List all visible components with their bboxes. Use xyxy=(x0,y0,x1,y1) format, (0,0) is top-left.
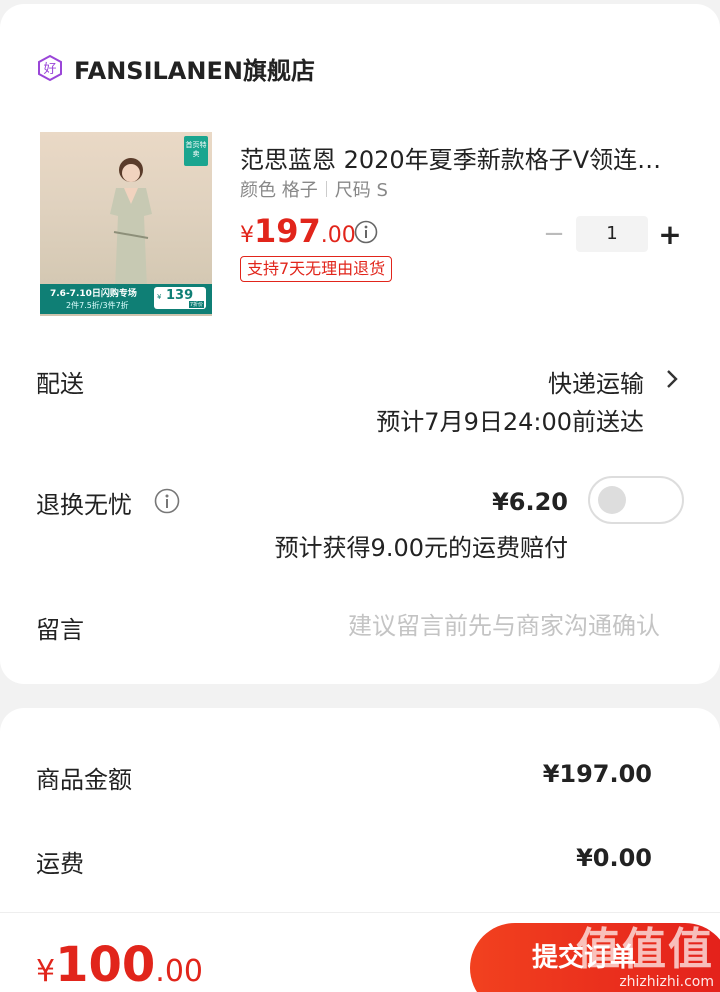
message-label: 留言 xyxy=(36,616,84,644)
site-watermark: 值值值 zhizhizhi.com xyxy=(576,924,714,991)
promo-price-badge: ¥ 139 7折价 xyxy=(154,287,206,309)
price-info-icon[interactable] xyxy=(354,220,378,244)
svg-text:好: 好 xyxy=(43,62,56,77)
chevron-right-icon[interactable] xyxy=(664,366,680,392)
increase-button[interactable]: + xyxy=(656,218,684,251)
flash-sale-banner: 7.6-7.10日闪购专场 2件7.5折/3件7折 ¥ 139 7折价 xyxy=(40,284,212,314)
product-thumbnail[interactable]: 首页特卖 7.6-7.10日闪购专场 2件7.5折/3件7折 ¥ 139 7折价 xyxy=(40,132,212,316)
decrease-button[interactable]: − xyxy=(540,219,568,249)
return-policy-tag: 支持7天无理由退货 xyxy=(240,256,393,282)
product-title[interactable]: 范思蓝恩 2020年夏季新款格子V领连… xyxy=(240,140,688,175)
goods-amount-value: ¥197.00 xyxy=(542,760,652,788)
total-integer: 100 xyxy=(55,937,156,992)
promo-price-symbol: ¥ xyxy=(157,293,162,301)
return-insurance-toggle[interactable] xyxy=(588,476,684,524)
shop-name: FANSILANEN旗舰店 xyxy=(74,56,315,85)
promo-discount: 2件7.5折/3件7折 xyxy=(66,301,129,310)
message-input[interactable] xyxy=(300,608,660,644)
price-symbol: ¥ xyxy=(240,223,254,248)
quantity-stepper: − 1 + xyxy=(540,216,684,252)
price-decimal: .00 xyxy=(320,223,356,248)
spec-divider xyxy=(325,181,327,197)
watermark-logo: 值值值 xyxy=(576,924,714,975)
spec-size: 尺码 S xyxy=(334,180,388,201)
watermark-text: zhizhizhi.com xyxy=(619,974,714,990)
promo-price-note: 7折价 xyxy=(188,301,204,308)
shipping-fee-value: ¥0.00 xyxy=(576,844,652,872)
return-info-icon[interactable] xyxy=(154,488,180,514)
shipping-fee-label: 运费 xyxy=(36,850,84,878)
return-insurance-price: ¥6.20 xyxy=(492,488,568,516)
price-integer: 197 xyxy=(254,212,321,250)
product-spec[interactable]: 颜色 格子 尺码 S xyxy=(240,176,388,202)
return-insurance-label: 退换无忧 xyxy=(36,491,132,519)
shop-header[interactable]: 好 FANSILANEN旗舰店 xyxy=(36,50,315,86)
product-price: ¥ 197 .00 xyxy=(240,212,356,250)
compensation-note: 预计获得9.00元的运费赔付 xyxy=(274,534,568,562)
delivery-method[interactable]: 快递运输 xyxy=(548,364,644,399)
total-decimal: .00 xyxy=(155,954,204,989)
order-item-card: 好 FANSILANEN旗舰店 首页特卖 7.6-7.10日闪购专场 2件7.5… xyxy=(0,4,720,684)
goods-amount-label: 商品金额 xyxy=(36,766,132,794)
shop-badge-icon: 好 xyxy=(38,54,62,82)
promo-title: 7.6-7.10日闪购专场 xyxy=(50,289,137,299)
home-sale-badge: 首页特卖 xyxy=(184,136,208,166)
quantity-input[interactable]: 1 xyxy=(576,216,648,252)
delivery-label: 配送 xyxy=(36,370,84,398)
toggle-knob xyxy=(598,486,626,514)
total-price: ¥ 100 .00 xyxy=(36,937,203,992)
delivery-eta: 预计7月9日24:00前送达 xyxy=(376,408,644,436)
spec-color: 颜色 格子 xyxy=(240,180,318,201)
total-symbol: ¥ xyxy=(36,954,56,989)
